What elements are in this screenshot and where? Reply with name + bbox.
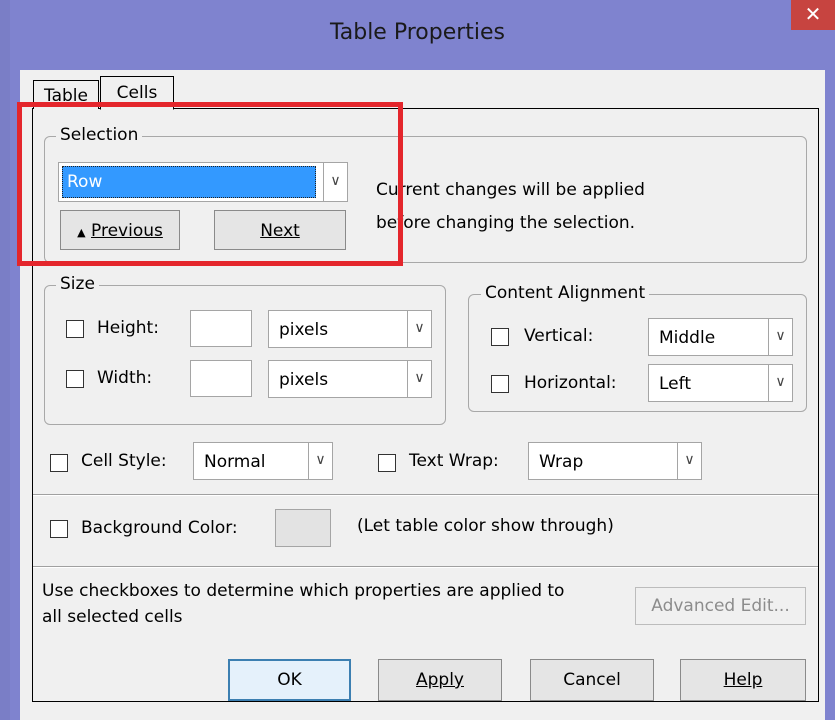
horizontal-label: Horizontal: [524, 373, 617, 393]
tab-cells-label: Cells [116, 83, 158, 103]
selection-note-line1: Current changes will be applied [376, 180, 645, 200]
text-wrap-label: Text Wrap: [409, 451, 499, 471]
background-color-swatch[interactable] [275, 509, 331, 547]
advanced-edit-button[interactable]: Advanced Edit... [635, 587, 806, 625]
chevron-down-icon[interactable]: ∨ [407, 311, 431, 347]
help-label: Help [723, 670, 763, 690]
annotation-red-box [17, 102, 403, 266]
hint-line2: all selected cells [42, 607, 183, 627]
text-wrap-value: Wrap [539, 452, 584, 472]
text-wrap-checkbox[interactable] [378, 454, 396, 472]
apply-button[interactable]: Apply [378, 659, 502, 701]
separator [33, 494, 818, 496]
height-checkbox[interactable] [66, 320, 84, 338]
cancel-label: Cancel [563, 670, 621, 690]
chevron-down-icon[interactable]: ∨ [407, 361, 431, 397]
separator [33, 566, 818, 568]
height-unit-value: pixels [279, 320, 329, 340]
horizontal-checkbox[interactable] [491, 375, 509, 393]
height-label: Height: [97, 318, 159, 338]
width-input[interactable] [190, 360, 252, 397]
ok-label: OK [277, 670, 302, 690]
selection-note-line2: before changing the selection. [376, 213, 636, 233]
chevron-down-icon[interactable]: ∨ [768, 319, 792, 355]
background-color-checkbox[interactable] [50, 520, 68, 538]
cell-style-dropdown[interactable]: Normal ∨ [193, 442, 333, 480]
vertical-dropdown[interactable]: Middle ∨ [648, 318, 793, 356]
width-unit-dropdown[interactable]: pixels ∨ [268, 360, 432, 398]
apply-label: Apply [416, 670, 464, 690]
chevron-down-icon[interactable]: ∨ [768, 365, 792, 401]
cell-style-checkbox[interactable] [50, 454, 68, 472]
help-button[interactable]: Help [680, 659, 806, 701]
vertical-label: Vertical: [524, 326, 594, 346]
cancel-button[interactable]: Cancel [530, 659, 654, 701]
width-unit-value: pixels [279, 370, 329, 390]
text-wrap-dropdown[interactable]: Wrap ∨ [528, 442, 702, 480]
size-group [44, 285, 446, 425]
cell-style-label: Cell Style: [81, 451, 167, 471]
background-color-note: (Let table color show through) [357, 516, 614, 536]
size-legend: Size [56, 274, 99, 294]
vertical-checkbox[interactable] [491, 328, 509, 346]
background-color-label: Background Color: [81, 518, 238, 538]
horizontal-value: Left [659, 374, 691, 394]
height-unit-dropdown[interactable]: pixels ∨ [268, 310, 432, 348]
chevron-down-icon[interactable]: ∨ [677, 443, 701, 479]
ok-button[interactable]: OK [228, 659, 351, 701]
cell-style-value: Normal [204, 452, 266, 472]
width-label: Width: [97, 368, 153, 388]
alignment-legend: Content Alignment [481, 283, 650, 303]
close-icon[interactable]: ✕ [791, 0, 835, 30]
chevron-down-icon[interactable]: ∨ [308, 443, 332, 479]
window-frame-left [0, 0, 10, 720]
horizontal-dropdown[interactable]: Left ∨ [648, 364, 793, 402]
vertical-value: Middle [659, 328, 716, 348]
window-title: Table Properties [329, 20, 506, 45]
width-checkbox[interactable] [66, 370, 84, 388]
height-input[interactable] [190, 310, 252, 347]
hint-line1: Use checkboxes to determine which proper… [42, 581, 565, 601]
window-frame-right [825, 70, 835, 720]
